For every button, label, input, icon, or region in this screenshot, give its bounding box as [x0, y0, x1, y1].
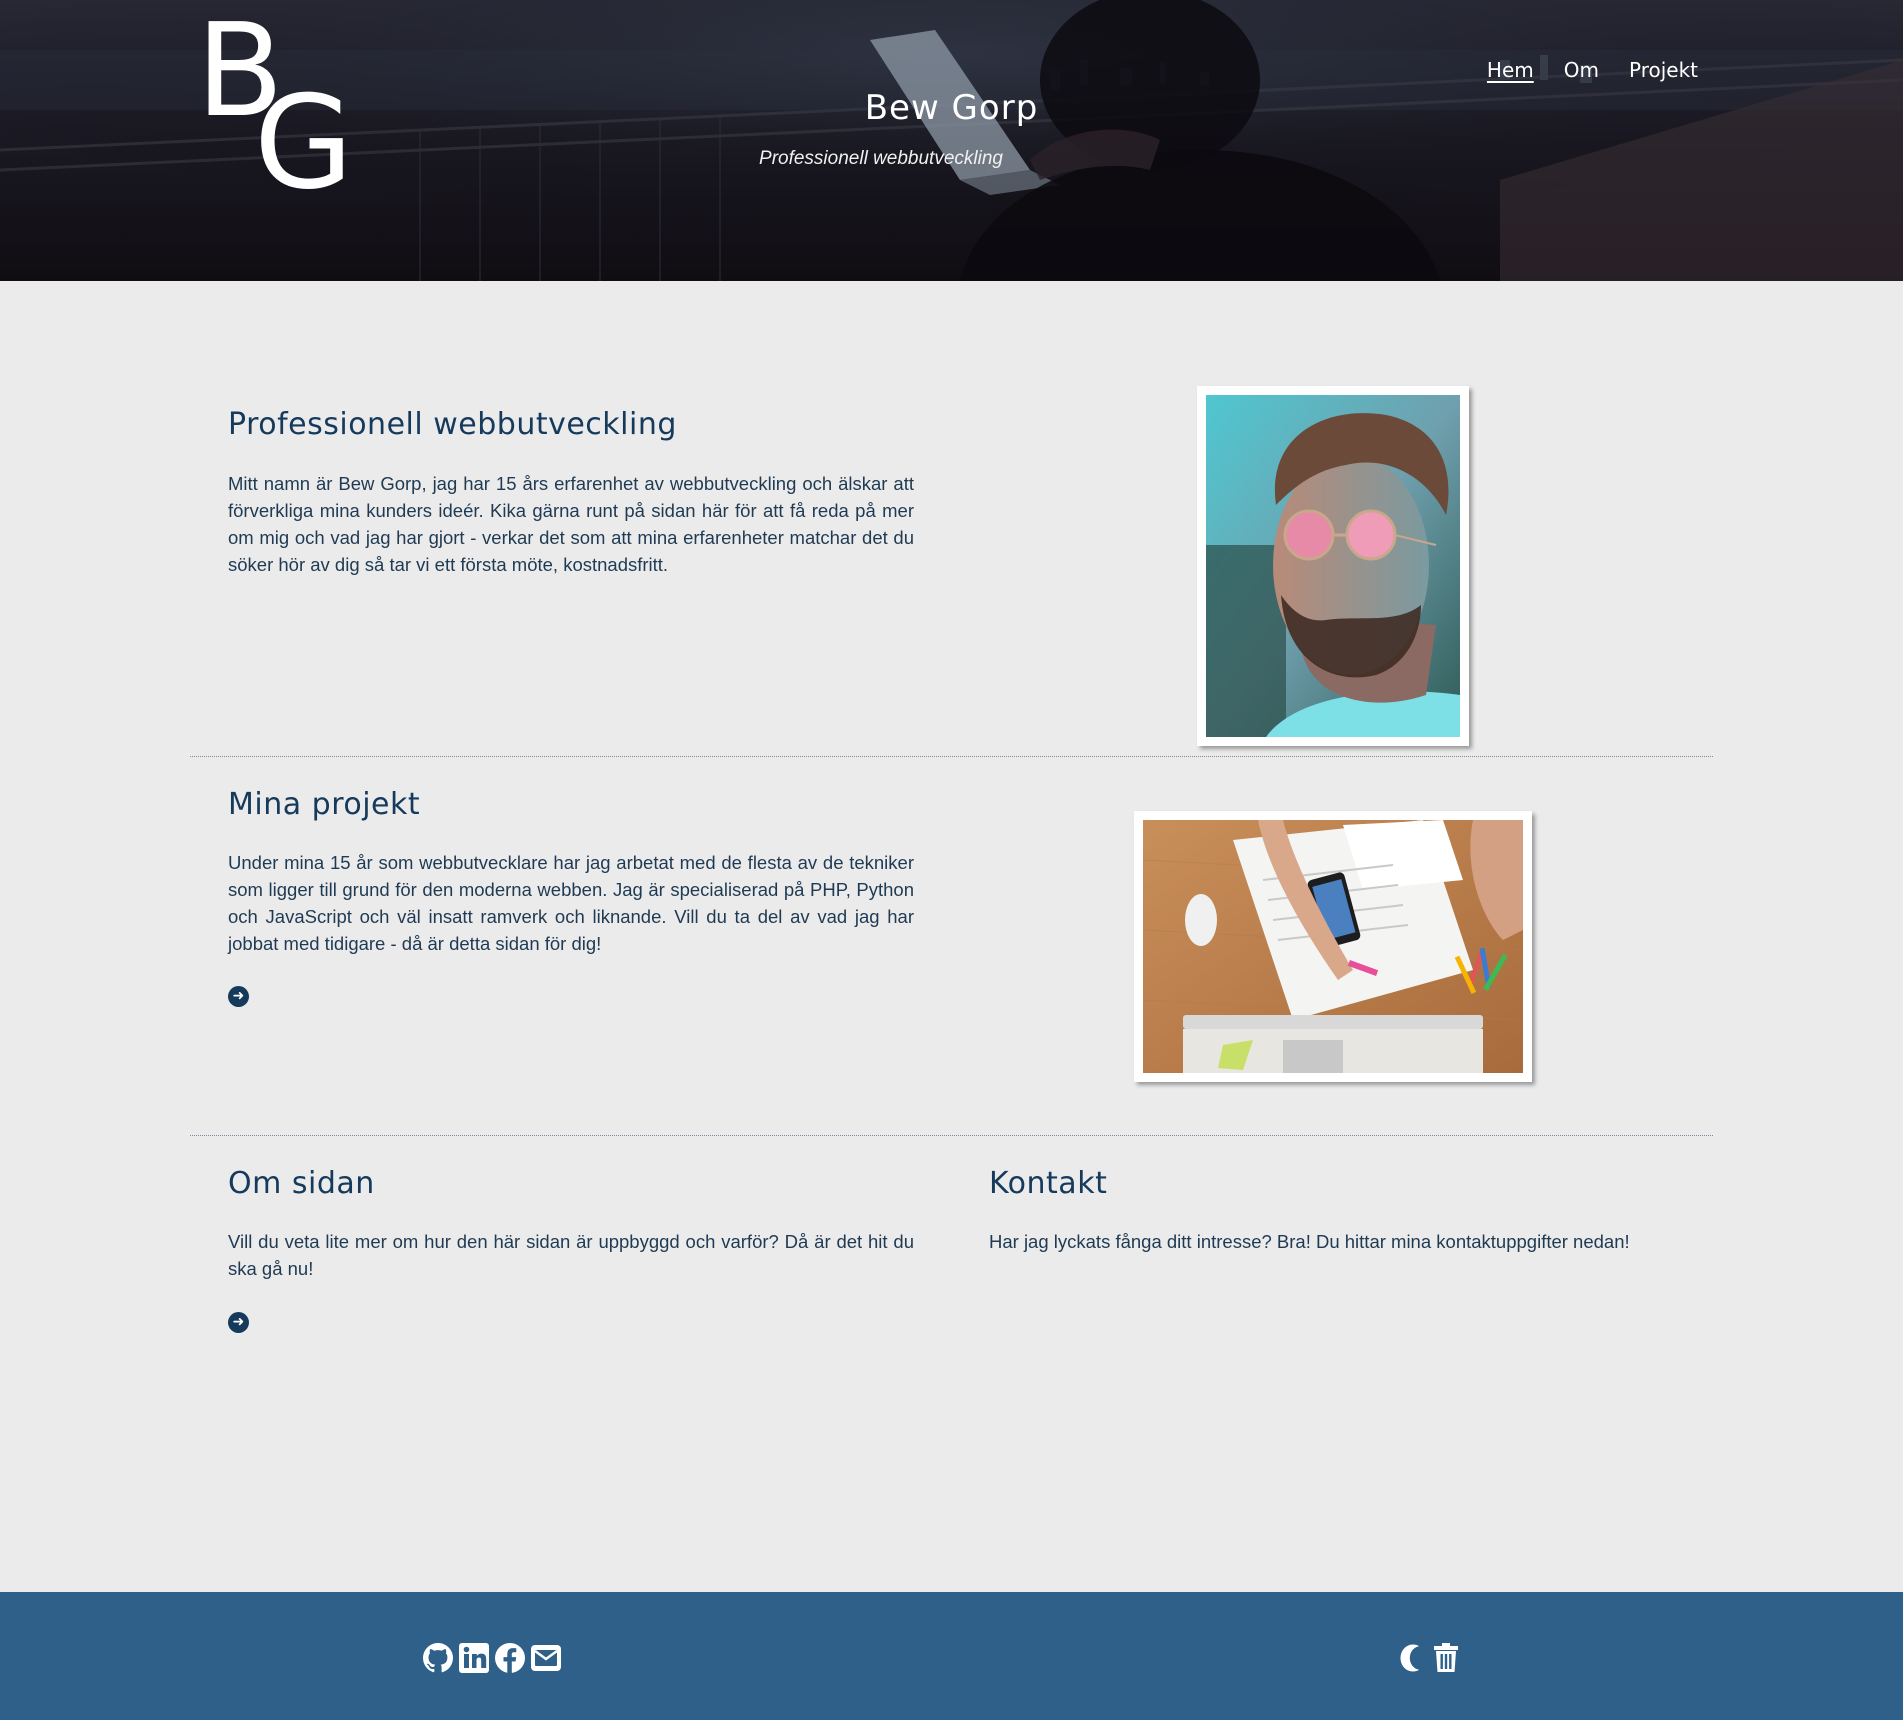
arrow-circle-right-icon: ➜: [232, 988, 245, 1004]
about-text: Vill du veta lite mer om hur den här sid…: [228, 1231, 914, 1279]
nav-link-om[interactable]: Om: [1564, 58, 1599, 82]
intro-text: Mitt namn är Bew Gorp, jag har 15 års er…: [228, 473, 914, 575]
portrait-photo: [1197, 386, 1469, 746]
about-title: Om sidan: [228, 1166, 375, 1201]
envelope-icon[interactable]: [530, 1642, 562, 1674]
site-subtitle: Professionell webbutveckling: [759, 148, 1003, 169]
moon-icon[interactable]: [1393, 1642, 1425, 1674]
facebook-icon[interactable]: [494, 1642, 526, 1674]
section-divider: [190, 1135, 1713, 1136]
projects-arrow-button[interactable]: ➜: [228, 986, 249, 1007]
linkedin-icon[interactable]: [458, 1642, 490, 1674]
trash-icon[interactable]: [1430, 1642, 1462, 1674]
section-divider: [190, 756, 1713, 757]
footer: [0, 1592, 1903, 1720]
main-nav: Hem Om Projekt: [1487, 58, 1698, 82]
hero-header: B G Bew Gorp Professionell webbutvecklin…: [0, 0, 1903, 281]
desk-image: [1143, 820, 1523, 1073]
portrait-image: [1206, 395, 1460, 737]
nav-link-projekt[interactable]: Projekt: [1629, 58, 1698, 82]
contact-title: Kontakt: [989, 1166, 1108, 1201]
desk-photo: [1134, 811, 1532, 1082]
about-arrow-button[interactable]: ➜: [228, 1312, 249, 1333]
contact-text: Har jag lyckats fånga ditt intresse? Bra…: [989, 1231, 1630, 1252]
nav-link-hem[interactable]: Hem: [1487, 58, 1534, 82]
arrow-circle-right-icon: ➜: [232, 1314, 245, 1330]
projects-title: Mina projekt: [228, 787, 421, 822]
projects-text: Under mina 15 år som webbutvecklare har …: [228, 852, 914, 954]
site-title: Bew Gorp: [864, 88, 1039, 128]
intro-title: Professionell webbutveckling: [228, 407, 677, 442]
github-icon[interactable]: [422, 1642, 454, 1674]
